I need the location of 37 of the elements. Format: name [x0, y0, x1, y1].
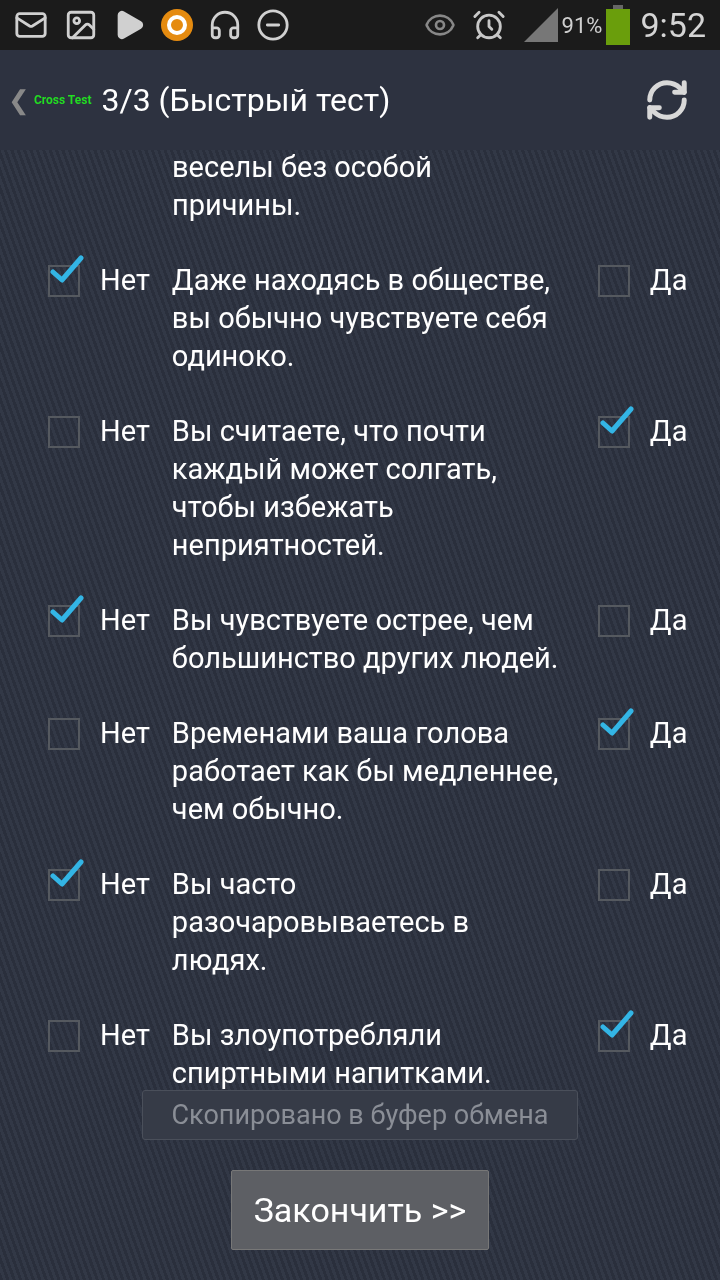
question-text: Временами ваша голова работает как бы медленнее, чем обычно.: [171, 715, 560, 828]
minus-circle-icon: [256, 8, 290, 42]
toast: Скопировано в буфер обмена: [142, 1090, 578, 1140]
question-text: Вы злоупотребляли спиртными напитками.: [171, 1017, 493, 1092]
answer-label: Нет: [100, 715, 150, 752]
question-text: Вы часто разочаровываетесь в людях.: [171, 866, 471, 979]
answer-label: Да: [649, 866, 688, 903]
answer-label: Да: [649, 602, 688, 639]
checkbox[interactable]: [48, 255, 84, 297]
battery-icon: [606, 5, 631, 45]
headphones-icon: [208, 8, 242, 42]
question-text: Вы чувствуете острее, чем большинство других людей.: [171, 602, 560, 677]
question-text: Даже находясь в обществе, вы обычно чувствуете себя одиноко.: [171, 262, 552, 375]
answer-label: Да: [649, 413, 688, 450]
checkbox[interactable]: [48, 859, 84, 901]
checkbox[interactable]: [48, 595, 84, 637]
answer-label: Нет: [100, 413, 150, 450]
answer-label: Да: [649, 262, 688, 299]
screen-title: 3/3 (Быстрый тест): [101, 80, 391, 121]
answer-label: Нет: [100, 1017, 150, 1054]
question-text: веселы без особой причины.: [172, 150, 433, 224]
answer-label: Да: [649, 1017, 688, 1054]
image-icon: [64, 8, 98, 42]
checkbox[interactable]: [597, 1010, 634, 1052]
question-text: Вы считаете, что почти каждый может солгать, чтобы избежать неприятностей.: [171, 413, 498, 564]
battery-percent: 91%: [561, 11, 603, 40]
finish-button[interactable]: Закончить >>: [231, 1170, 489, 1250]
app-icon: [160, 8, 194, 42]
signal-icon: [523, 8, 558, 42]
clock: 9:52: [640, 3, 706, 47]
checkbox[interactable]: [597, 406, 634, 448]
answer-label: Нет: [100, 602, 150, 639]
answer-label: Да: [649, 715, 688, 752]
answer-label: Нет: [100, 866, 150, 903]
answer-label: Нет: [100, 262, 150, 299]
checkbox[interactable]: [597, 708, 634, 750]
alarm-clock-icon: [471, 8, 506, 42]
